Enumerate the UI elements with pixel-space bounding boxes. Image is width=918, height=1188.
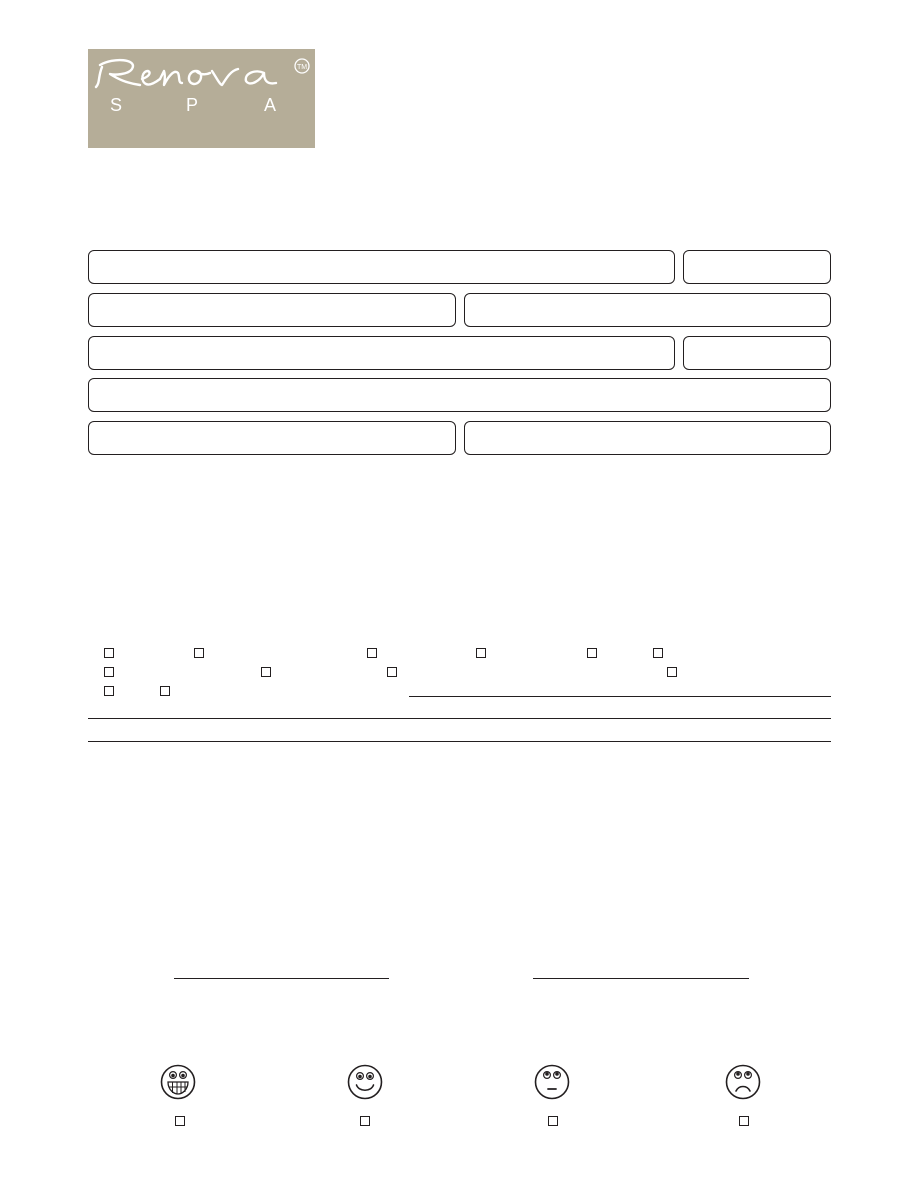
field-row3-narrow[interactable] (683, 336, 831, 370)
trademark-text: TM (297, 64, 307, 71)
neutral-face-icon (534, 1064, 570, 1100)
frowning-face-icon (725, 1064, 761, 1100)
rating-checkbox-average[interactable] (548, 1116, 558, 1126)
field-row5-left[interactable] (88, 421, 456, 455)
rating-checkbox-excellent[interactable] (175, 1116, 185, 1126)
checkbox[interactable] (367, 648, 377, 658)
checkbox[interactable] (104, 648, 114, 658)
checkbox[interactable] (476, 648, 486, 658)
checkbox[interactable] (261, 667, 271, 677)
field-row4-full[interactable] (88, 378, 831, 412)
field-row2-left[interactable] (88, 293, 456, 327)
checkbox[interactable] (653, 648, 663, 658)
field-row5-right[interactable] (464, 421, 831, 455)
signature-line-right[interactable] (533, 978, 749, 979)
signature-line-left[interactable] (174, 978, 389, 979)
field-row3-wide[interactable] (88, 336, 675, 370)
renova-spa-logo: TM S P A (88, 49, 315, 148)
logo-letter-a: A (264, 95, 276, 115)
logo-letter-s: S (110, 95, 122, 115)
checkbox[interactable] (194, 648, 204, 658)
other-input-line[interactable] (409, 696, 831, 697)
grinning-face-icon (160, 1064, 196, 1100)
checkbox[interactable] (587, 648, 597, 658)
logo-mark: TM S P A (94, 58, 310, 115)
smiling-face-icon (347, 1064, 383, 1100)
rating-checkbox-poor[interactable] (739, 1116, 749, 1126)
field-row1-wide[interactable] (88, 250, 675, 284)
checkbox[interactable] (160, 686, 170, 696)
divider-line (88, 718, 831, 719)
logo-letter-p: P (186, 95, 198, 115)
checkbox[interactable] (104, 667, 114, 677)
checkbox[interactable] (104, 686, 114, 696)
divider-line (88, 741, 831, 742)
checkbox[interactable] (667, 667, 677, 677)
rating-checkbox-good[interactable] (360, 1116, 370, 1126)
field-row1-narrow[interactable] (683, 250, 831, 284)
field-row2-right[interactable] (464, 293, 831, 327)
checkbox[interactable] (387, 667, 397, 677)
